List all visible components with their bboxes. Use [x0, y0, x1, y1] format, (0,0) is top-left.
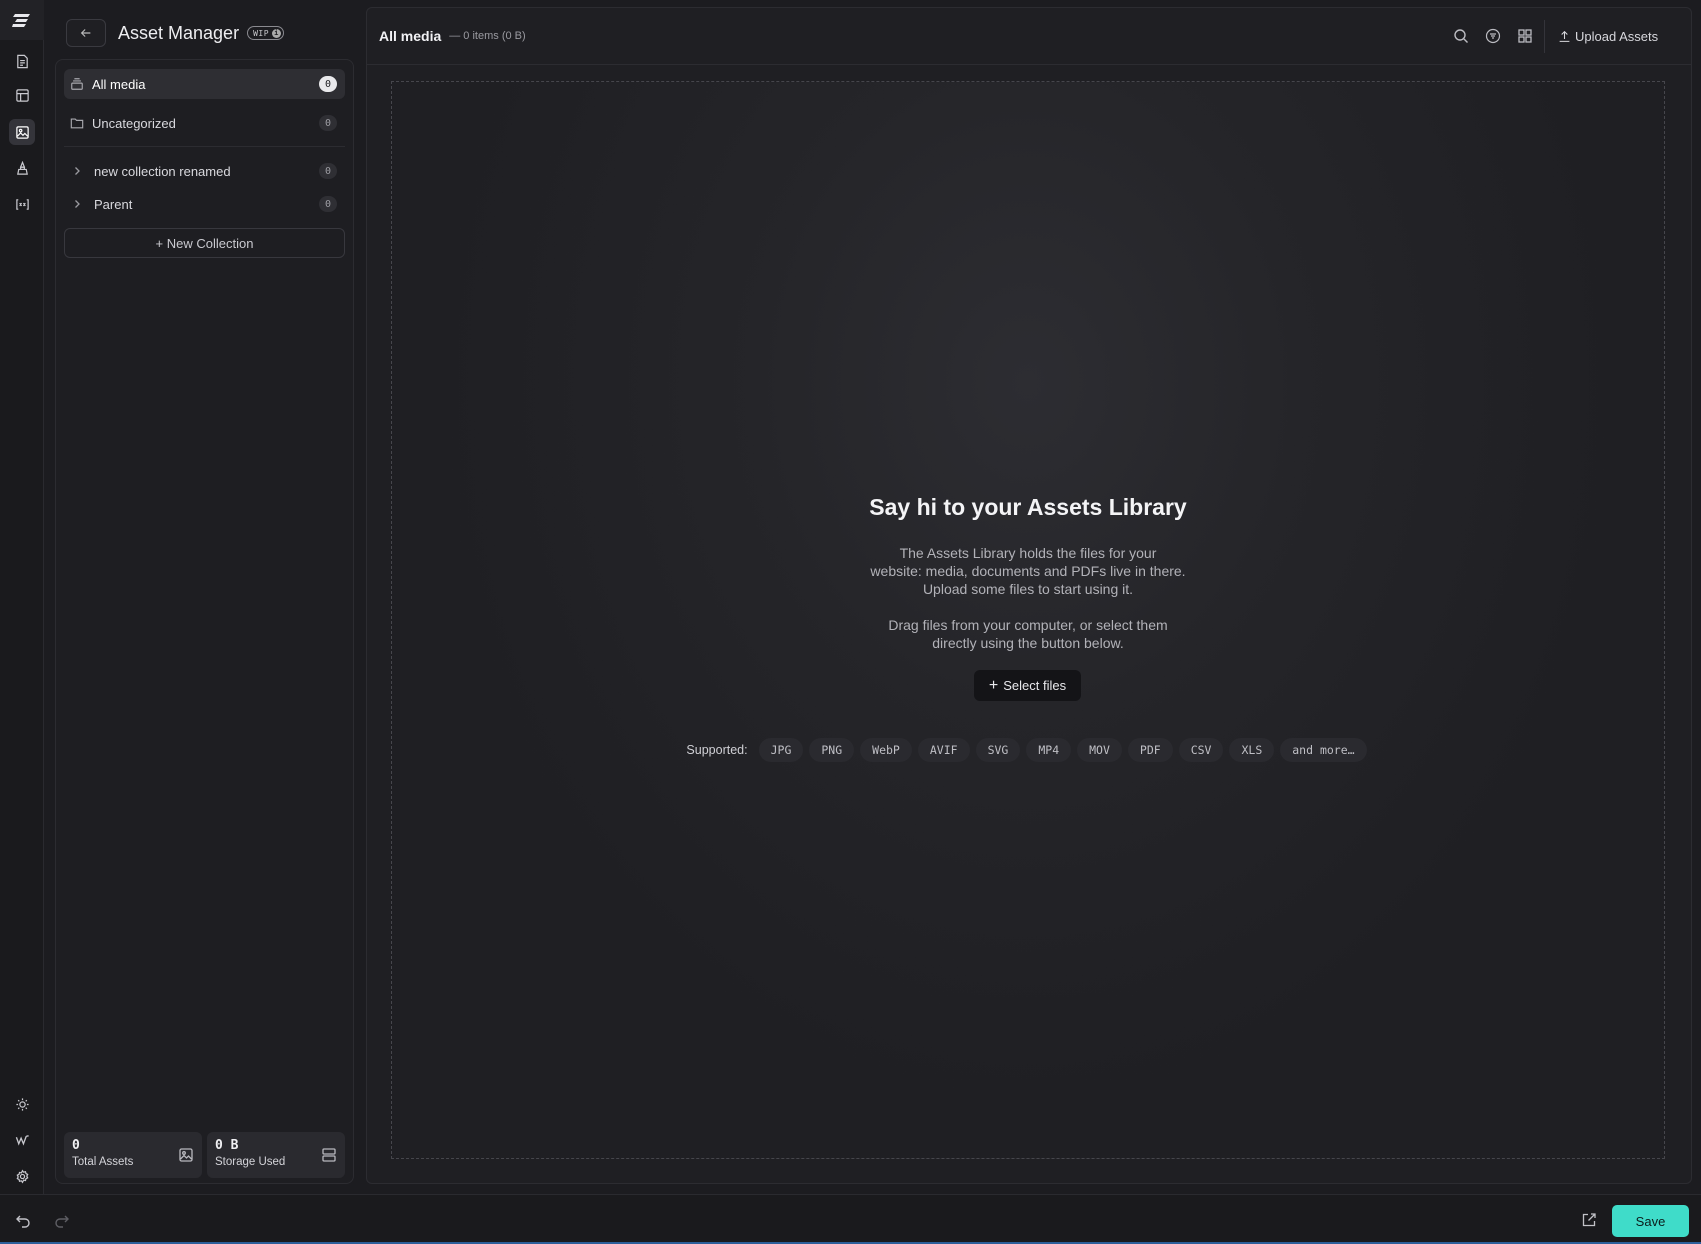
page-title: Asset Manager: [118, 22, 240, 43]
format-chip: CSV: [1178, 738, 1224, 762]
layout-icon[interactable]: [9, 82, 35, 108]
storage-used-stat: 0 B Storage Used: [207, 1132, 345, 1178]
icon-rail: [0, 0, 44, 1194]
search-icon[interactable]: [1452, 27, 1470, 45]
supported-label: Supported:: [686, 743, 748, 757]
settings-gear-icon[interactable]: [9, 1163, 35, 1189]
format-chip: MOV: [1077, 738, 1122, 762]
save-button[interactable]: Save: [1612, 1205, 1689, 1237]
folder-icon: [70, 116, 86, 130]
external-link-icon[interactable]: [1581, 1212, 1597, 1228]
empty-state-description: The Assets Library holds the files for y…: [870, 545, 1186, 597]
upload-assets-button[interactable]: Upload Assets: [1558, 26, 1658, 46]
stat-value: 0 B: [215, 1138, 239, 1153]
collection-count: 0: [319, 76, 337, 92]
format-chip: PNG: [809, 738, 855, 762]
collections-panel: All media 0 Uncategorized 0 new collecti…: [55, 59, 354, 1184]
asset-manager-header: Asset Manager WIP i: [66, 19, 285, 47]
format-chip: PDF: [1127, 738, 1173, 762]
theme-sun-icon[interactable]: [9, 1091, 35, 1117]
webflow-icon[interactable]: [9, 1127, 35, 1153]
collection-item[interactable]: Parent 0: [64, 189, 345, 219]
collection-count: 0: [319, 163, 337, 179]
plus-icon: +: [988, 676, 999, 694]
empty-state-hint: Drag files from your computer, or select…: [888, 617, 1168, 651]
back-button[interactable]: [66, 19, 106, 47]
pages-icon[interactable]: [9, 48, 35, 74]
format-chip: JPG: [758, 738, 804, 762]
select-files-button[interactable]: + Select files: [974, 670, 1081, 701]
collection-count: 0: [319, 115, 337, 131]
upload-dropzone[interactable]: Say hi to your Assets Library The Assets…: [391, 81, 1665, 1159]
app-root: Asset Manager WIP i All media 0 Uncatego…: [0, 0, 1701, 1244]
stat-label: Total Assets: [72, 1156, 134, 1168]
items-summary: — 0 items (0 B): [449, 30, 526, 42]
filter-icon[interactable]: [1484, 27, 1502, 45]
stat-value: 0: [72, 1138, 80, 1153]
collection-label: Parent: [94, 196, 133, 212]
format-chip: AVIF: [917, 738, 970, 762]
grid-view-icon[interactable]: [1516, 27, 1534, 45]
variables-icon[interactable]: [9, 191, 35, 217]
main-header: All media — 0 items (0 B) Upload Assets: [367, 8, 1691, 65]
bottom-bar: Save: [0, 1194, 1701, 1244]
select-files-label: Select files: [1003, 678, 1067, 693]
image-icon[interactable]: [9, 119, 35, 145]
collection-label: All media: [92, 76, 146, 92]
format-chip: SVG: [975, 738, 1021, 762]
empty-state-title: Say hi to your Assets Library: [869, 494, 1187, 520]
stack-icon: [70, 77, 86, 91]
supported-formats: Supported: JPG PNG WebP AVIF SVG MP4 MOV…: [392, 738, 1664, 762]
collection-count: 0: [319, 196, 337, 212]
total-assets-stat: 0 Total Assets: [64, 1132, 202, 1178]
collection-label: new collection renamed: [94, 163, 231, 179]
chevron-right-icon[interactable]: [72, 199, 88, 209]
collection-uncategorized[interactable]: Uncategorized 0: [64, 108, 345, 138]
format-chip: and more…: [1280, 738, 1367, 762]
format-chip: WebP: [860, 738, 912, 762]
app-logo-icon[interactable]: [0, 0, 44, 40]
format-chip: XLS: [1229, 738, 1275, 762]
format-chip: MP4: [1026, 738, 1072, 762]
stat-label: Storage Used: [215, 1156, 286, 1168]
collection-item[interactable]: new collection renamed 0: [64, 156, 345, 186]
collection-label: Uncategorized: [92, 115, 176, 131]
chevron-right-icon[interactable]: [72, 166, 88, 176]
divider: [64, 146, 345, 147]
brush-icon[interactable]: [9, 155, 35, 181]
main-title: All media: [379, 28, 442, 44]
undo-icon[interactable]: [15, 1212, 31, 1228]
server-icon: [321, 1147, 337, 1168]
upload-label: Upload Assets: [1575, 28, 1659, 44]
info-icon[interactable]: i: [272, 28, 282, 38]
header-separator: [1544, 20, 1545, 53]
main-panel: All media — 0 items (0 B) Upload Assets …: [366, 7, 1692, 1184]
new-collection-button[interactable]: + New Collection: [64, 228, 345, 258]
image-icon: [178, 1147, 194, 1168]
upload-icon: [1558, 30, 1575, 43]
collection-all-media[interactable]: All media 0: [64, 69, 345, 99]
arrow-left-icon: [79, 26, 93, 40]
wip-badge: WIP i: [247, 26, 285, 40]
redo-icon[interactable]: [54, 1212, 70, 1228]
